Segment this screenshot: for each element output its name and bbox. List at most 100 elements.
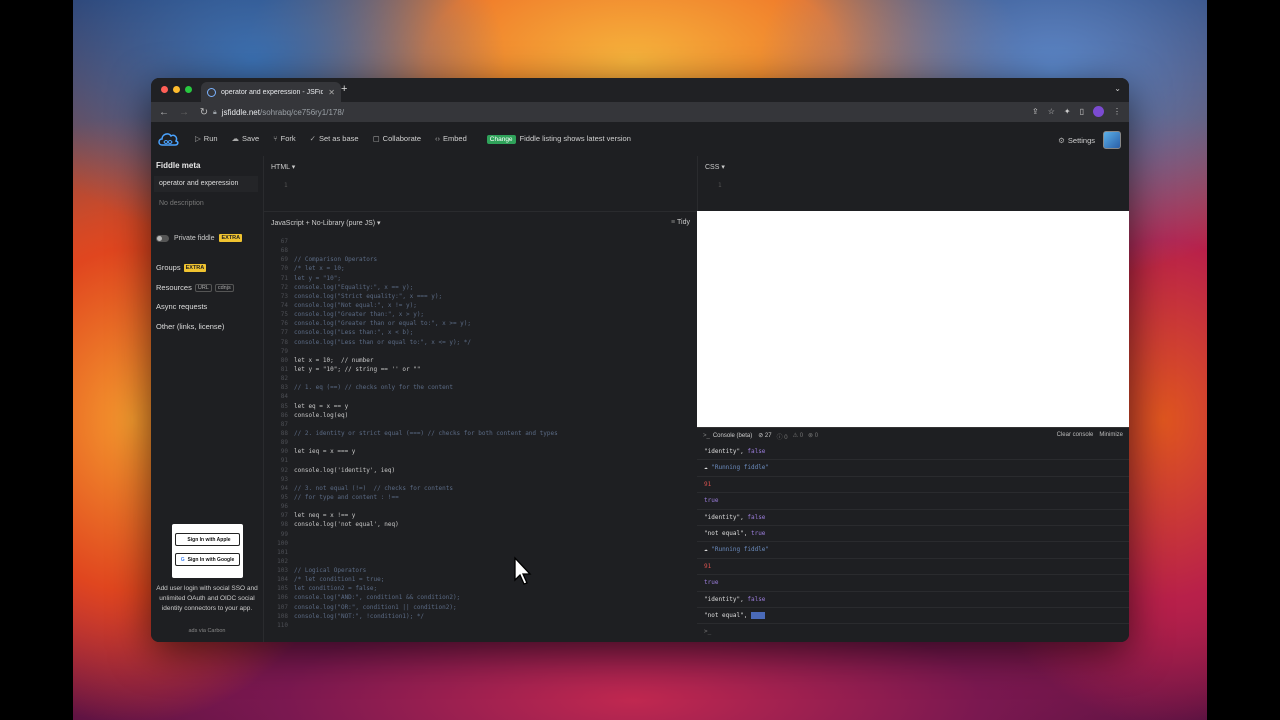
google-signin-button[interactable]: G Sign In with Google — [175, 553, 240, 566]
description-input[interactable]: No description — [154, 196, 258, 212]
html-panel[interactable]: HTML ▾ 1 — [263, 156, 697, 211]
code-line[interactable]: 99 — [264, 530, 698, 539]
code-line[interactable]: 83 // 1. eq (==) // checks only for the c… — [264, 383, 698, 392]
code-line[interactable]: 93 — [264, 475, 698, 484]
code-line[interactable]: 90 let ieq = x === y — [264, 447, 698, 456]
code-line[interactable]: 84 — [264, 392, 698, 401]
url-field[interactable]: 🔒︎ jsfiddle.net/sohrabq/ce756ry1/178/ — [213, 106, 344, 119]
js-code-editor[interactable]: 67 68 69 // Comparison Operators 70 /* let x … — [264, 237, 698, 630]
tidy-button[interactable]: ≡ Tidy — [671, 219, 690, 226]
private-toggle[interactable] — [156, 234, 169, 242]
reload-icon[interactable]: ↻ — [199, 107, 209, 118]
sidebar-item-groups[interactable]: Groups EXTRA — [156, 263, 207, 272]
sidepanel-icon[interactable]: ▯ — [1080, 107, 1084, 116]
console-prompt[interactable]: >_ — [697, 624, 1129, 639]
code-line[interactable]: 105 let condition2 = false; — [264, 584, 698, 593]
share-icon[interactable]: ⇪ — [1032, 107, 1039, 116]
code-line[interactable]: 89 — [264, 438, 698, 447]
code-line[interactable]: 95 // for type and content : !== — [264, 493, 698, 502]
fiddle-name-input[interactable]: operator and experession — [154, 176, 258, 192]
js-panel-label[interactable]: JavaScript + No-Library (pure JS) ▾ — [271, 219, 381, 227]
warn-count[interactable]: ⚠ 0 — [793, 432, 803, 441]
code-line[interactable]: 69 // Comparison Operators — [264, 255, 698, 264]
fork-button[interactable]: ⑂ Fork — [273, 134, 296, 143]
code-line[interactable]: 108 console.log("NOT:", !condition1); */ — [264, 612, 698, 621]
log-count[interactable]: ⊘ 27 — [758, 432, 771, 441]
code-text: console.log('identity', ieq) — [294, 466, 396, 474]
collaborate-button[interactable]: ▢ Collaborate — [373, 134, 421, 143]
new-tab-button[interactable]: + — [341, 83, 347, 95]
error-count[interactable]: ⊗ 0 — [808, 432, 818, 441]
bookmark-star-icon[interactable]: ☆ — [1048, 107, 1055, 116]
code-line[interactable]: 67 — [264, 237, 698, 246]
code-line[interactable]: 104 /* let condition1 = true; — [264, 575, 698, 584]
css-panel[interactable]: CSS ▾ 1 — [697, 156, 1129, 211]
extensions-icon[interactable]: ✦ — [1064, 107, 1071, 116]
ad-text[interactable]: Add user login with social SSO and unlim… — [155, 584, 259, 614]
code-line[interactable]: 100 — [264, 539, 698, 548]
code-line[interactable]: 70 /* let x = 10; — [264, 264, 698, 273]
run-button[interactable]: ▷ Run — [195, 134, 218, 143]
change-button[interactable]: Change — [486, 135, 516, 144]
code-line[interactable]: 71 let y = "10"; — [264, 274, 698, 283]
back-icon[interactable]: ← — [159, 107, 169, 118]
code-line[interactable]: 103 // Logical Operators — [264, 566, 698, 575]
apple-signin-button[interactable]: Sign In with Apple — [175, 533, 240, 546]
code-line[interactable]: 98 console.log('not equal', neq) — [264, 520, 698, 529]
code-line[interactable]: 86 console.log(eq) — [264, 411, 698, 420]
code-line[interactable]: 73 console.log("Strict equality:", x === … — [264, 292, 698, 301]
tab-close-icon[interactable]: ✕ — [328, 88, 335, 97]
settings-button[interactable]: ⚙ Settings — [1058, 136, 1095, 145]
code-line[interactable]: 80 let x = 10; // number — [264, 356, 698, 365]
code-line[interactable]: 101 — [264, 548, 698, 557]
menu-icon[interactable]: ⋮ — [1113, 107, 1121, 116]
js-panel[interactable]: JavaScript + No-Library (pure JS) ▾ ≡ Tid… — [263, 211, 697, 642]
set-as-base-button[interactable]: ✓ Set as base — [310, 134, 359, 143]
sidebar-item-resources[interactable]: Resources URL cdnjs — [156, 283, 234, 292]
minimize-console-button[interactable]: Minimize — [1099, 432, 1123, 438]
lock-icon[interactable]: 🔒︎ — [213, 109, 217, 117]
code-line[interactable]: 110 — [264, 621, 698, 630]
tab-search-icon[interactable]: ⌄ — [1114, 84, 1121, 93]
sidebar-item-other[interactable]: Other (links, license) — [156, 322, 224, 331]
code-line[interactable]: 97 let neq = x !== y — [264, 511, 698, 520]
code-line[interactable]: 81 let y = "10"; // string == '' or "" — [264, 365, 698, 374]
code-line[interactable]: 92 console.log('identity', ieq) — [264, 466, 698, 475]
browser-tab[interactable]: operator and experession - JSFiddle ✕ — [201, 82, 341, 102]
code-line[interactable]: 87 — [264, 420, 698, 429]
css-panel-label[interactable]: CSS ▾ — [705, 163, 725, 171]
code-line[interactable]: 88 // 2. identity or strict equal (===) /… — [264, 429, 698, 438]
maximize-window-button[interactable] — [185, 86, 192, 93]
code-line[interactable]: 106 console.log("AND:", condition1 && con… — [264, 593, 698, 602]
avatar[interactable] — [1103, 131, 1121, 149]
result-iframe[interactable] — [697, 211, 1129, 427]
html-panel-label[interactable]: HTML ▾ — [271, 163, 295, 171]
code-line[interactable]: 72 console.log("Equality:", x == y); — [264, 283, 698, 292]
minimize-window-button[interactable] — [173, 86, 180, 93]
code-line[interactable]: 79 — [264, 347, 698, 356]
code-line[interactable]: 96 — [264, 502, 698, 511]
code-line[interactable]: 68 — [264, 246, 698, 255]
close-window-button[interactable] — [161, 86, 168, 93]
clear-console-button[interactable]: Clear console — [1057, 432, 1094, 438]
code-line[interactable]: 75 console.log("Greater than:", x > y); — [264, 310, 698, 319]
forward-icon[interactable]: → — [179, 107, 189, 118]
save-button[interactable]: ☁ Save — [232, 134, 260, 143]
code-line[interactable]: 78 console.log("Less than or equal to:", … — [264, 338, 698, 347]
info-count[interactable]: ⓘ 0 — [777, 432, 788, 441]
profile-icon[interactable] — [1093, 106, 1104, 117]
code-line[interactable]: 74 console.log("Not equal:", x != y); — [264, 301, 698, 310]
sidebar-item-async[interactable]: Async requests — [156, 302, 207, 311]
code-line[interactable]: 102 — [264, 557, 698, 566]
code-line[interactable]: 82 — [264, 374, 698, 383]
ad-via[interactable]: ads via Carbon — [155, 628, 259, 634]
jsfiddle-logo-icon[interactable] — [157, 130, 179, 148]
carbon-ad-image[interactable]: Sign In with Apple G Sign In with Google — [172, 524, 243, 578]
code-line[interactable]: 85 let eq = x == y — [264, 402, 698, 411]
code-line[interactable]: 77 console.log("Less than:", x < b); — [264, 328, 698, 337]
code-line[interactable]: 94 // 3. not equal (!=) // checks for con… — [264, 484, 698, 493]
code-line[interactable]: 107 console.log("OR:", condition1 || cond… — [264, 603, 698, 612]
code-line[interactable]: 76 console.log("Greater than or equal to:… — [264, 319, 698, 328]
code-line[interactable]: 91 — [264, 456, 698, 465]
embed-button[interactable]: ‹› Embed — [435, 134, 467, 143]
